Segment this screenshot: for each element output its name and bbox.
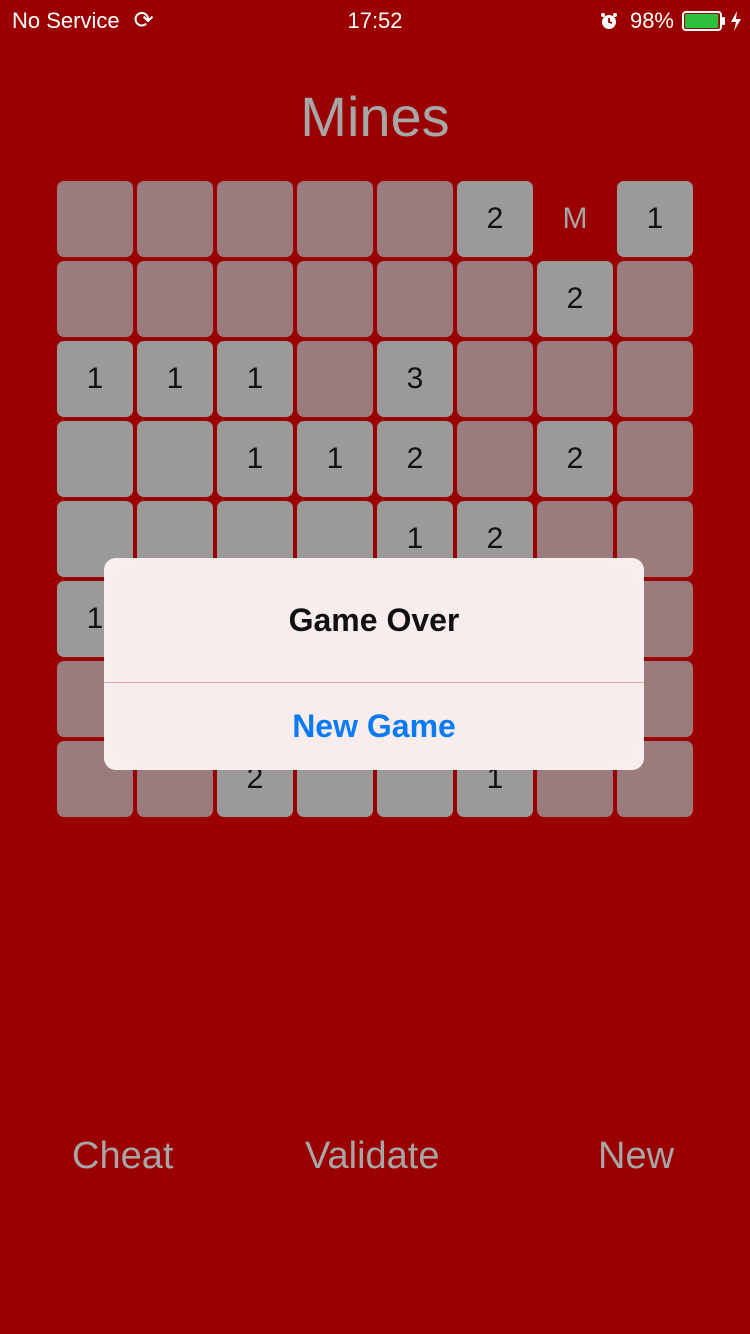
board-cell[interactable]	[137, 421, 213, 497]
board-cell[interactable]: 1	[217, 341, 293, 417]
board-cell[interactable]	[57, 181, 133, 257]
validate-button[interactable]: Validate	[305, 1135, 440, 1178]
board-cell[interactable]: 1	[137, 341, 213, 417]
board-cell[interactable]: 1	[57, 341, 133, 417]
battery-icon	[682, 11, 725, 31]
board-cell[interactable]	[137, 261, 213, 337]
alarm-icon	[600, 13, 617, 29]
game-over-alert: Game Over New Game	[104, 558, 644, 770]
board-cell[interactable]	[537, 341, 613, 417]
board-cell[interactable]: 1	[217, 421, 293, 497]
board-cell[interactable]	[617, 421, 693, 497]
board-cell[interactable]: 2	[537, 421, 613, 497]
board-cell[interactable]	[457, 341, 533, 417]
board-cell[interactable]	[57, 261, 133, 337]
new-game-button[interactable]: New Game	[104, 683, 644, 770]
status-right: 98%	[600, 8, 742, 34]
board-cell[interactable]	[217, 261, 293, 337]
alert-title: Game Over	[288, 601, 460, 638]
board-cell[interactable]	[137, 181, 213, 257]
board-cell[interactable]: 2	[377, 421, 453, 497]
new-button[interactable]: New	[598, 1135, 674, 1178]
board-cell[interactable]	[377, 261, 453, 337]
board-cell[interactable]	[617, 341, 693, 417]
board-cell[interactable]	[217, 181, 293, 257]
cheat-button[interactable]: Cheat	[72, 1135, 173, 1178]
board-cell[interactable]: 2	[537, 261, 613, 337]
board-cell[interactable]	[457, 421, 533, 497]
board-cell[interactable]	[297, 181, 373, 257]
board-cell[interactable]: 1	[297, 421, 373, 497]
board-cell[interactable]: 2	[457, 181, 533, 257]
board-cell[interactable]	[57, 421, 133, 497]
board-cell[interactable]: 1	[617, 181, 693, 257]
board-cell[interactable]	[617, 261, 693, 337]
board-cell[interactable]	[457, 261, 533, 337]
board-cell[interactable]: 3	[377, 341, 453, 417]
board-cell[interactable]	[377, 181, 453, 257]
mine-marker-cell[interactable]: M	[537, 181, 613, 257]
board-cell[interactable]	[297, 341, 373, 417]
battery-percent: 98%	[629, 8, 674, 33]
status-bar: No Service ⟳ 17:52 98%	[0, 0, 750, 40]
charging-bolt-icon	[731, 11, 741, 31]
board-cell[interactable]	[297, 261, 373, 337]
page-title: Mines	[300, 85, 450, 148]
